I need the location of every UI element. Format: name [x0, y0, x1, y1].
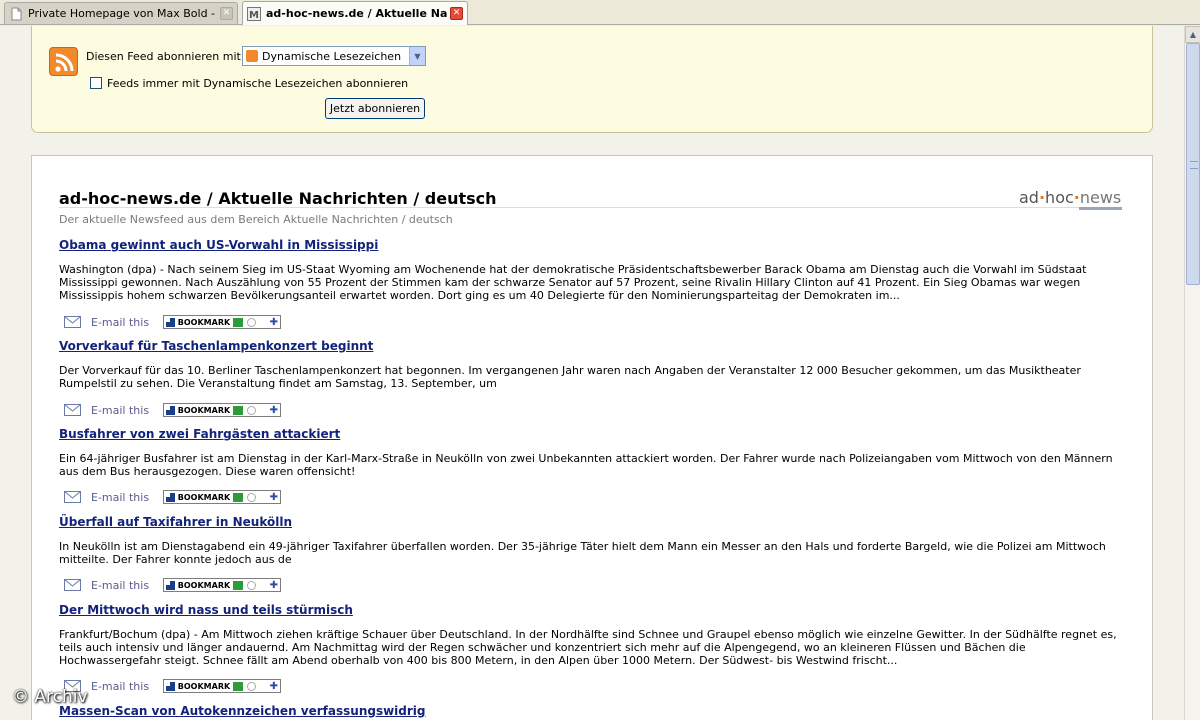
- list-item: Überfall auf Taxifahrer in Neukölln In N…: [59, 515, 1122, 592]
- tab-label: Private Homepage von Max Bold - Übe...: [28, 7, 217, 20]
- globe-icon: [246, 681, 256, 691]
- plus-icon: ✚: [269, 316, 279, 328]
- delicious-icon: [166, 405, 175, 415]
- item-actions: E-mail this BOOKMARK ✚: [64, 490, 282, 504]
- bookmark-button[interactable]: BOOKMARK ✚: [163, 315, 282, 329]
- globe-icon: [246, 492, 256, 502]
- envelope-icon[interactable]: [64, 579, 81, 591]
- share-icon: [233, 405, 243, 415]
- share-icon: [233, 681, 243, 691]
- list-item: Massen-Scan von Autokennzeichen verfassu…: [59, 704, 1122, 718]
- globe-icon: [246, 317, 256, 327]
- bookmark-button[interactable]: BOOKMARK ✚: [163, 679, 282, 693]
- rss-feed-icon: [49, 47, 78, 76]
- email-this-link[interactable]: E-mail this: [91, 491, 149, 504]
- item-actions: E-mail this BOOKMARK ✚: [64, 403, 282, 417]
- close-icon[interactable]: ✕: [220, 7, 233, 20]
- plus-icon: ✚: [269, 680, 279, 692]
- logo-underline: [1079, 207, 1122, 210]
- tab-private-homepage[interactable]: Private Homepage von Max Bold - Übe... ✕: [4, 2, 238, 24]
- tab-bar: Private Homepage von Max Bold - Übe... ✕…: [0, 0, 1200, 25]
- item-title-link[interactable]: Obama gewinnt auch US-Vorwahl in Mississ…: [59, 238, 1122, 252]
- item-description: In Neukölln ist am Dienstagabend ein 49-…: [59, 540, 1106, 566]
- scrollbar-thumb[interactable]: [1186, 43, 1200, 285]
- item-actions: E-mail this BOOKMARK ✚: [64, 679, 282, 693]
- feed-subtitle: Der aktuelle Newsfeed aus dem Bereich Ak…: [59, 213, 453, 226]
- email-this-link[interactable]: E-mail this: [91, 680, 149, 693]
- plus-icon: ✚: [269, 491, 279, 503]
- subscribe-panel: Diesen Feed abonnieren mit Dynamische Le…: [31, 26, 1153, 133]
- share-icon: [233, 492, 243, 502]
- item-actions: E-mail this BOOKMARK ✚: [64, 578, 282, 592]
- bookmark-button[interactable]: BOOKMARK ✚: [163, 490, 282, 504]
- delicious-icon: [166, 580, 175, 590]
- list-item: Busfahrer von zwei Fahrgästen attackiert…: [59, 427, 1122, 504]
- bookmark-label: BOOKMARK: [177, 317, 231, 327]
- bookmark-label: BOOKMARK: [177, 492, 231, 502]
- svg-text:M: M: [249, 10, 259, 21]
- subscribe-label: Diesen Feed abonnieren mit: [86, 50, 241, 63]
- bookmark-button[interactable]: BOOKMARK ✚: [163, 578, 282, 592]
- item-title-link[interactable]: Busfahrer von zwei Fahrgästen attackiert: [59, 427, 1122, 441]
- plus-icon: ✚: [269, 404, 279, 416]
- divider: [59, 207, 1122, 208]
- delicious-icon: [166, 681, 175, 691]
- delicious-icon: [166, 492, 175, 502]
- bookmark-label: BOOKMARK: [177, 405, 231, 415]
- vertical-scrollbar[interactable]: ▲: [1184, 26, 1200, 720]
- item-description: Ein 64-jähriger Busfahrer ist am Diensta…: [59, 452, 1113, 478]
- email-this-link[interactable]: E-mail this: [91, 404, 149, 417]
- item-title-link[interactable]: Massen-Scan von Autokennzeichen verfassu…: [59, 704, 1122, 718]
- envelope-icon[interactable]: [64, 404, 81, 416]
- feed-title: ad-hoc-news.de / Aktuelle Nachrichten / …: [59, 189, 497, 208]
- always-subscribe-checkbox[interactable]: [90, 77, 102, 89]
- email-this-link[interactable]: E-mail this: [91, 316, 149, 329]
- bookmark-label: BOOKMARK: [177, 681, 231, 691]
- list-item: Vorverkauf für Taschenlampenkonzert begi…: [59, 339, 1122, 417]
- subscribe-now-button[interactable]: Jetzt abonnieren: [325, 98, 425, 119]
- email-this-link[interactable]: E-mail this: [91, 579, 149, 592]
- page-viewport: Diesen Feed abonnieren mit Dynamische Le…: [0, 26, 1184, 720]
- item-actions: E-mail this BOOKMARK ✚: [64, 315, 282, 329]
- rss-feed-icon: [246, 50, 258, 62]
- envelope-icon[interactable]: [64, 316, 81, 328]
- item-description: Frankfurt/Bochum (dpa) - Am Mittwoch zie…: [59, 628, 1117, 667]
- delicious-icon: [166, 317, 175, 327]
- ad-hoc-news-logo: ad·hoc·news: [1019, 188, 1122, 207]
- feed-reader-select[interactable]: Dynamische Lesezeichen ▼: [242, 46, 426, 66]
- checkbox-label: Feeds immer mit Dynamische Lesezeichen a…: [107, 77, 409, 90]
- page-icon: [11, 7, 22, 20]
- bookmark-label: BOOKMARK: [177, 580, 231, 590]
- item-title-link[interactable]: Überfall auf Taxifahrer in Neukölln: [59, 515, 1122, 529]
- plus-icon: ✚: [269, 579, 279, 591]
- copyright-watermark: © Archiv: [12, 687, 88, 707]
- item-title-link[interactable]: Vorverkauf für Taschenlampenkonzert begi…: [59, 339, 1122, 353]
- close-icon[interactable]: ✕: [450, 7, 463, 20]
- feed-content: ad-hoc-news.de / Aktuelle Nachrichten / …: [31, 155, 1153, 720]
- item-title-link[interactable]: Der Mittwoch wird nass und teils stürmis…: [59, 603, 1122, 617]
- share-icon: [233, 580, 243, 590]
- select-value: Dynamische Lesezeichen: [262, 49, 402, 63]
- grip-icon: [1190, 161, 1198, 169]
- scroll-up-arrow-icon[interactable]: ▲: [1185, 26, 1200, 43]
- list-item: Der Mittwoch wird nass und teils stürmis…: [59, 603, 1122, 693]
- tab-label: ad-hoc-news.de / Aktuelle Nachri...: [266, 7, 447, 20]
- tab-ad-hoc-news[interactable]: M ad-hoc-news.de / Aktuelle Nachri... ✕: [242, 1, 468, 25]
- site-m-icon: M: [247, 6, 261, 21]
- bookmark-button[interactable]: BOOKMARK ✚: [163, 403, 282, 417]
- globe-icon: [246, 580, 256, 590]
- item-description: Washington (dpa) - Nach seinem Sieg im U…: [59, 263, 1087, 302]
- envelope-icon[interactable]: [64, 491, 81, 503]
- chevron-down-icon[interactable]: ▼: [409, 47, 425, 65]
- share-icon: [233, 317, 243, 327]
- globe-icon: [246, 405, 256, 415]
- item-description: Der Vorverkauf für das 10. Berliner Tasc…: [59, 364, 1081, 390]
- list-item: Obama gewinnt auch US-Vorwahl in Mississ…: [59, 238, 1122, 329]
